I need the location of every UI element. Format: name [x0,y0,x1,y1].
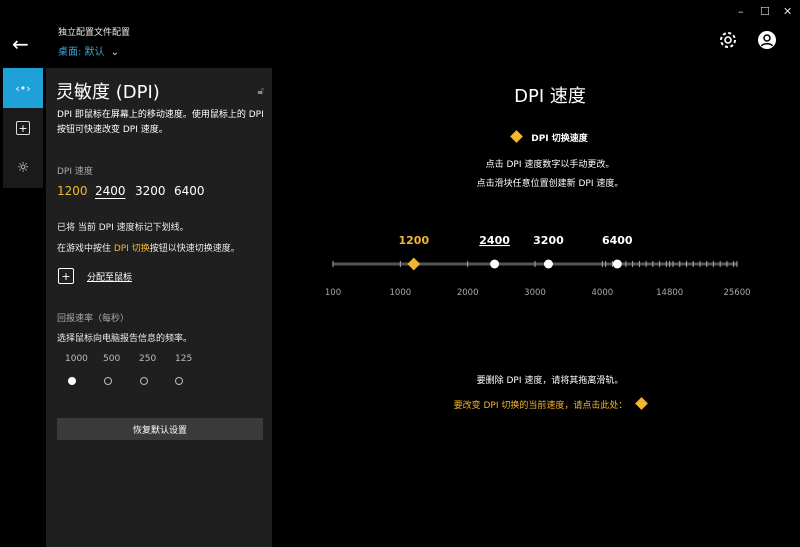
tick-label: 3000 [524,288,546,298]
tick-label: 4000 [592,288,614,298]
dpi-slider[interactable]: 100 1000 2000 3000 4000 14800 25600 1200 2400 320… [0,0,800,547]
tick-label: 100 [325,288,341,298]
dpi-marker-shift[interactable] [407,257,421,271]
tick-label: 2000 [457,288,479,298]
tick-label: 25600 [723,288,750,298]
dpi-marker-label[interactable]: 3200 [533,234,564,247]
tick-label: 1000 [390,288,412,298]
dpi-marker-label[interactable]: 2400 [479,234,510,247]
dpi-marker-label[interactable]: 6400 [602,234,633,247]
dpi-marker[interactable] [490,259,500,269]
dpi-marker-label[interactable]: 1200 [398,234,429,247]
dpi-marker[interactable] [612,259,622,269]
dpi-marker[interactable] [543,259,553,269]
tick-label: 14800 [656,288,683,298]
